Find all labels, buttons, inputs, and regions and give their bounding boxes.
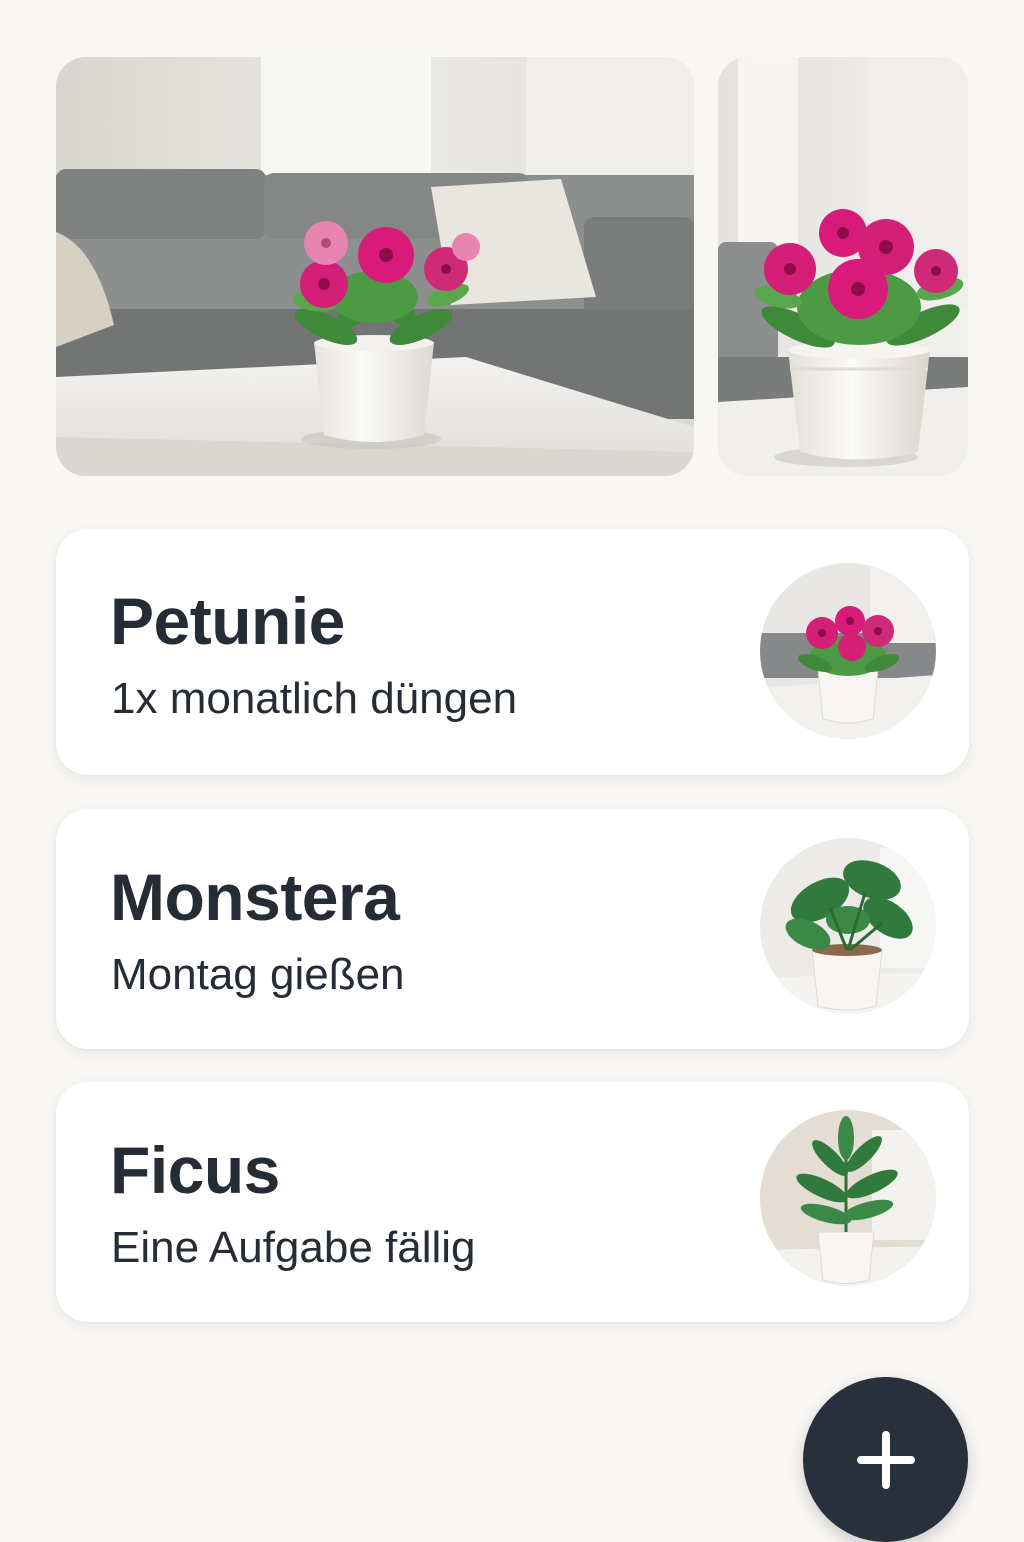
add-plant-button[interactable] [803, 1377, 968, 1542]
plant-task: Eine Aufgabe fällig [111, 1223, 476, 1272]
petunia-thumbnail [760, 563, 936, 739]
ficus-thumbnail [760, 1110, 936, 1286]
monstera-thumbnail [760, 838, 936, 1014]
plant-name: Ficus [110, 1133, 280, 1207]
plant-card-ficus[interactable]: Ficus Eine Aufgabe fällig [56, 1082, 969, 1322]
photo-gallery [56, 57, 968, 476]
plant-card-petunie[interactable]: Petunie 1x monatlich düngen [56, 529, 969, 775]
plant-card-monstera[interactable]: Monstera Montag gießen [56, 809, 969, 1049]
plant-task: Montag gießen [111, 950, 405, 999]
plant-task: 1x monatlich düngen [111, 674, 518, 723]
petunia-living-room-photo[interactable] [56, 57, 694, 476]
plant-name: Monstera [110, 860, 400, 934]
plant-name: Petunie [110, 584, 345, 658]
petunia-closeup-photo[interactable] [718, 57, 968, 476]
plus-icon [857, 1431, 915, 1489]
